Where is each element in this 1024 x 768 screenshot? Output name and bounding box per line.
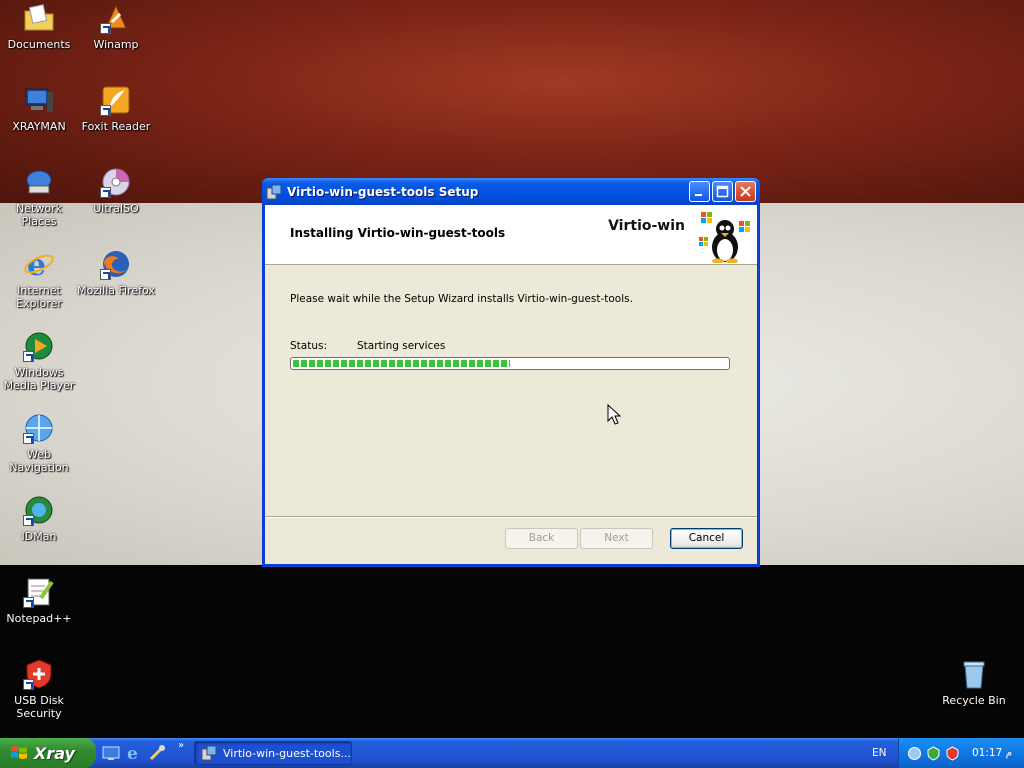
desktop-icon-windows-media-player[interactable]: Windows Media Player [0, 330, 79, 392]
desktop-icon-usb-disk-security[interactable]: USB Disk Security [0, 658, 79, 720]
desktop-icon-label: USB Disk Security [14, 694, 64, 720]
desktop-icon-label: Network Places [16, 202, 62, 228]
shortcut-arrow-icon [23, 515, 34, 526]
cancel-button[interactable]: Cancel [670, 528, 743, 549]
desktop-icon-label: XRAYMAN [12, 120, 66, 133]
maximize-icon [716, 185, 729, 198]
wizard-heading: Installing Virtio-win-guest-tools [290, 226, 506, 240]
installer-task-icon [201, 745, 217, 761]
notepad-plus-plus-icon [23, 576, 55, 608]
desktop-icon-notepad-plus-plus[interactable]: Notepad++ [0, 576, 79, 625]
button-separator [265, 516, 757, 518]
show-desktop-icon[interactable] [102, 744, 120, 762]
desktop-icon-label: Recycle Bin [942, 694, 1006, 707]
shortcut-arrow-icon [23, 351, 34, 362]
desktop-icon-ultraiso[interactable]: UltraISO [76, 166, 156, 215]
install-progress-bar [290, 357, 730, 370]
setup-window: Virtio-win-guest-tools Setup Installing … [262, 178, 760, 567]
windows-flag-icon [11, 746, 27, 759]
desktop-icon-documents[interactable]: Documents [0, 2, 79, 51]
tux-windows-logo-icon [699, 212, 750, 263]
system-tray: 01:17 م [898, 738, 1024, 768]
desktop-icon-label: Documents [7, 38, 71, 51]
computer-icon [23, 84, 55, 116]
desktop-icon-label: Web Navigation [9, 448, 69, 474]
window-title: Virtio-win-guest-tools Setup [287, 184, 479, 199]
shortcut-arrow-icon [23, 597, 34, 608]
desktop-icon-foxit-reader[interactable]: Foxit Reader [76, 84, 156, 133]
minimize-icon [695, 194, 702, 196]
desktop-icon-network-places[interactable]: Network Places [0, 166, 79, 228]
desktop-icon-label: UltraISO [93, 202, 139, 215]
installer-icon [266, 184, 282, 199]
quick-launch: e [102, 744, 171, 762]
taskbar-button-label: Virtio-win-guest-tools... [223, 746, 351, 760]
internet-explorer-icon: e [23, 248, 55, 283]
wallpaper-black [0, 565, 1024, 738]
desktop-icon-label: Foxit Reader [81, 120, 151, 133]
usb-security-tray-icon[interactable] [945, 745, 960, 761]
close-button[interactable] [735, 181, 756, 202]
desktop-icon-label: Mozilla Firefox [77, 284, 155, 297]
internet-explorer-quicklaunch-icon[interactable]: e [125, 744, 143, 762]
status-value: Starting services [357, 340, 446, 352]
usb-disk-security-icon [23, 658, 55, 690]
status-label: Status: [290, 340, 327, 352]
maximize-button[interactable] [712, 181, 733, 202]
start-button[interactable]: Xray [0, 738, 96, 768]
desktop-icon-web-navigation[interactable]: Web Navigation [0, 412, 79, 474]
desktop-icon-xrayman[interactable]: XRAYMAN [0, 84, 79, 133]
desktop-icon-recycle-bin[interactable]: Recycle Bin [934, 658, 1014, 707]
security-tray-icon[interactable] [926, 745, 941, 761]
taskbar: Xray e » Virtio-win-guest-tools... EN 01… [0, 738, 1024, 768]
mouse-cursor-icon [607, 404, 621, 425]
back-button[interactable]: Back [505, 528, 578, 549]
quick-launch-more-icon[interactable]: » [178, 740, 184, 751]
wizard-banner: Installing Virtio-win-guest-tools Virtio… [265, 205, 757, 265]
desktop-icon-label: Winamp [93, 38, 139, 51]
minimize-button[interactable] [689, 181, 710, 202]
shortcut-arrow-icon [23, 433, 34, 444]
taskbar-button-setup[interactable]: Virtio-win-guest-tools... [194, 741, 352, 765]
foxit-reader-icon [100, 84, 132, 116]
language-indicator[interactable]: EN [872, 747, 887, 759]
ultraiso-icon [100, 166, 132, 198]
desktop-icon-label: IDMan [21, 530, 57, 543]
desktop-icon-label: Notepad++ [6, 612, 72, 625]
shortcut-arrow-icon [23, 679, 34, 690]
clock[interactable]: 01:17 م [972, 747, 1012, 759]
shortcut-arrow-icon [100, 269, 111, 280]
desktop-icon-winamp[interactable]: Winamp [76, 2, 156, 51]
desktop-icon-mozilla-firefox[interactable]: Mozilla Firefox [76, 248, 156, 297]
brand-text: Virtio-win [608, 218, 685, 234]
tool-quicklaunch-icon[interactable] [148, 744, 166, 762]
web-navigation-icon [23, 412, 55, 444]
desktop-icon-internet-explorer[interactable]: e Internet Explorer [0, 248, 79, 310]
svg-text:e: e [27, 248, 46, 280]
desktop-icon-label: Internet Explorer [16, 284, 62, 310]
shortcut-arrow-icon [100, 23, 111, 34]
folder-documents-icon [23, 2, 55, 34]
window-title-bar[interactable]: Virtio-win-guest-tools Setup [262, 178, 760, 205]
network-places-icon [23, 166, 55, 198]
start-label: Xray [34, 743, 75, 763]
idman-icon [23, 494, 55, 526]
desktop-icon-idman[interactable]: IDMan [0, 494, 79, 543]
media-player-icon [23, 330, 55, 362]
svg-text:e: e [127, 744, 138, 762]
recycle-bin-icon [958, 658, 990, 690]
wizard-message: Please wait while the Setup Wizard insta… [290, 293, 633, 305]
shortcut-arrow-icon [100, 187, 111, 198]
close-icon [740, 186, 751, 197]
winamp-icon [100, 2, 132, 34]
firefox-icon [100, 248, 132, 280]
desktop-icon-label: Windows Media Player [3, 366, 75, 392]
window-client-area: Installing Virtio-win-guest-tools Virtio… [265, 205, 757, 564]
network-tray-icon[interactable] [907, 746, 922, 761]
shortcut-arrow-icon [100, 105, 111, 116]
next-button[interactable]: Next [580, 528, 653, 549]
progress-fill [293, 360, 510, 367]
